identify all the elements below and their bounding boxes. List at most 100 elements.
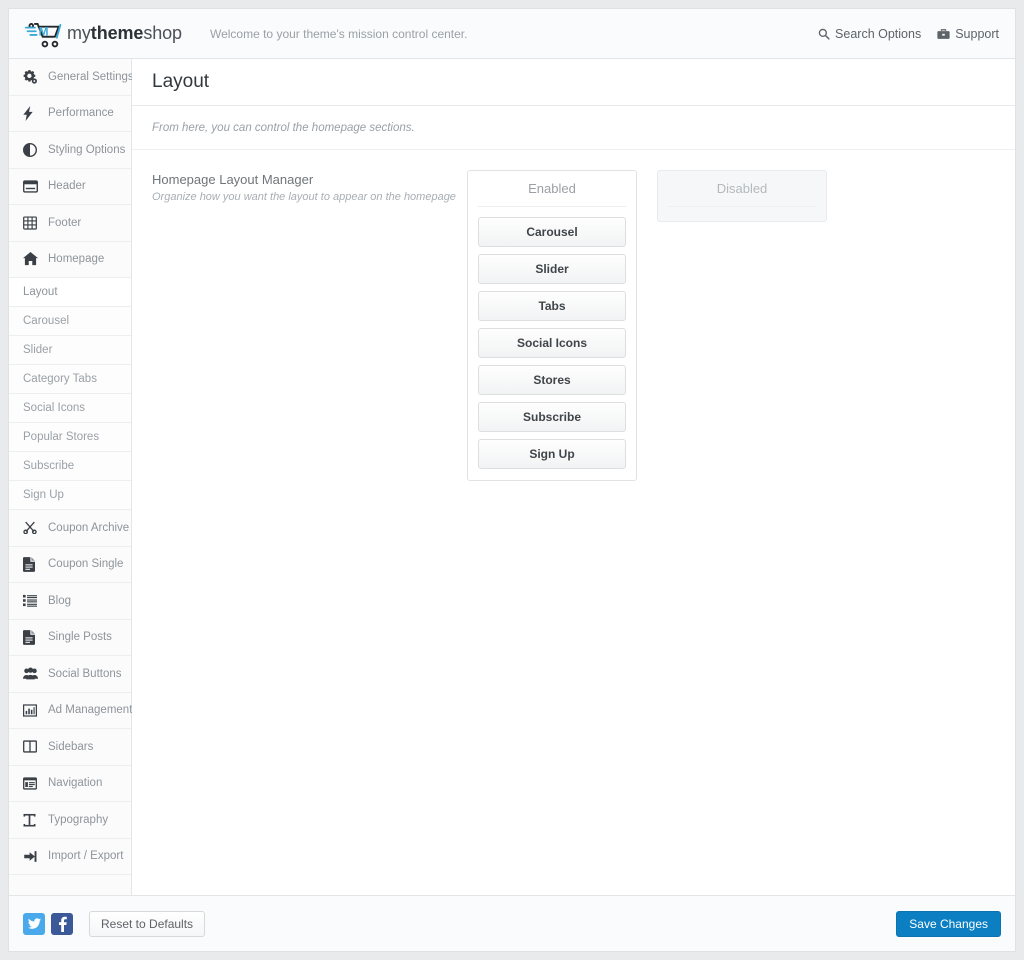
content-area: Layout From here, you can control the ho…: [132, 59, 1015, 951]
enabled-panel[interactable]: Enabled Carousel Slider Tabs Social Icons St…: [467, 170, 637, 481]
brand-name: mythemeshop: [67, 23, 182, 44]
sidebar-item-category-tabs[interactable]: Category Tabs: [9, 365, 131, 394]
sidebar-item-label: Typography: [48, 814, 108, 826]
sidebar-item-label: Styling Options: [48, 144, 125, 156]
header-bar-icon: [23, 180, 41, 193]
sign-in-icon: [23, 850, 41, 863]
sidebar-item-social-buttons[interactable]: Social Buttons: [9, 656, 131, 693]
bar-chart-icon: [23, 704, 41, 717]
layout-item-carousel[interactable]: Carousel: [478, 217, 626, 247]
top-bar: M mythemeshop Welcome to your theme's mi…: [9, 9, 1015, 59]
file-text-icon: [23, 630, 41, 645]
sidebar-item-label: Ad Management: [48, 704, 132, 716]
sidebar-item-ad-management[interactable]: Ad Management: [9, 693, 131, 730]
sidebar-item-single-posts[interactable]: Single Posts: [9, 620, 131, 657]
enabled-items-list[interactable]: Carousel Slider Tabs Social Icons Stores Subs…: [478, 217, 626, 469]
layout-item-subscribe[interactable]: Subscribe: [478, 402, 626, 432]
sidebar-item-label: Popular Stores: [23, 431, 99, 443]
layout-item-slider[interactable]: Slider: [478, 254, 626, 284]
layout-item-social-icons[interactable]: Social Icons: [478, 328, 626, 358]
layout-item-tabs[interactable]: Tabs: [478, 291, 626, 321]
sidebar-item-navigation[interactable]: Navigation: [9, 766, 131, 803]
support-link[interactable]: Support: [937, 27, 999, 41]
sidebar-nav: General Settings Performance Styling Optio…: [9, 59, 132, 897]
sidebar-item-label: Sign Up: [23, 489, 64, 501]
disabled-panel-header: Disabled: [668, 181, 816, 207]
page-title: Layout: [132, 59, 1015, 106]
contrast-circle-icon: [23, 143, 41, 157]
facebook-icon[interactable]: [51, 913, 73, 935]
top-bar-actions: Search Options Support: [818, 27, 999, 41]
layout-manager-field-row: Homepage Layout Manager Organize how you…: [132, 150, 1015, 481]
sidebar-item-label: Header: [48, 180, 86, 192]
sidebar-item-label: Coupon Archive: [48, 522, 129, 534]
sidebar-item-label: Blog: [48, 595, 71, 607]
layout-item-stores[interactable]: Stores: [478, 365, 626, 395]
sidebar-item-label: Subscribe: [23, 460, 74, 472]
sidebar-item-label: Slider: [23, 344, 52, 356]
sidebar-item-label: Single Posts: [48, 631, 112, 643]
sidebar-item-sign-up[interactable]: Sign Up: [9, 481, 131, 510]
sidebar-item-label: Import / Export: [48, 850, 123, 862]
sidebar-item-label: Performance: [48, 107, 114, 119]
sidebar-item-label: Sidebars: [48, 741, 93, 753]
svg-text:M: M: [39, 24, 49, 38]
list-icon: [23, 594, 41, 607]
sidebar-item-homepage[interactable]: Homepage: [9, 242, 131, 279]
sidebar-item-label: General Settings: [48, 71, 134, 83]
home-icon: [23, 252, 41, 266]
sidebar-item-coupon-single[interactable]: Coupon Single: [9, 547, 131, 584]
table-grid-icon: [23, 216, 41, 230]
enabled-panel-header: Enabled: [478, 181, 626, 207]
sidebar-item-label: Carousel: [23, 315, 69, 327]
sidebar-item-general-settings[interactable]: General Settings: [9, 59, 131, 96]
scissors-icon: [23, 521, 41, 534]
sidebar-item-coupon-archive[interactable]: Coupon Archive: [9, 510, 131, 547]
sidebar-item-styling-options[interactable]: Styling Options: [9, 132, 131, 169]
layout-item-sign-up[interactable]: Sign Up: [478, 439, 626, 469]
twitter-icon[interactable]: [23, 913, 45, 935]
field-title: Homepage Layout Manager: [152, 172, 467, 187]
disabled-panel[interactable]: Disabled: [657, 170, 827, 222]
layout-manager-control: Enabled Carousel Slider Tabs Social Icons St…: [467, 170, 827, 481]
sidebar-item-label: Homepage: [48, 253, 104, 265]
file-text-icon: [23, 557, 41, 572]
sidebar-item-popular-stores[interactable]: Popular Stores: [9, 423, 131, 452]
sidebar-item-slider[interactable]: Slider: [9, 336, 131, 365]
sidebar-item-import-export[interactable]: Import / Export: [9, 839, 131, 876]
sidebar-item-label: Navigation: [48, 777, 102, 789]
sidebar-item-label: Social Icons: [23, 402, 85, 414]
footer-bar: Reset to Defaults Save Changes: [9, 895, 1015, 951]
sidebar-item-footer[interactable]: Footer: [9, 205, 131, 242]
sidebar-item-label: Coupon Single: [48, 558, 123, 570]
mythemeshop-cart-logo-icon: M: [23, 17, 65, 51]
search-options-link[interactable]: Search Options: [818, 27, 921, 41]
sidebar-item-typography[interactable]: Typography: [9, 802, 131, 839]
briefcase-icon: [937, 28, 950, 40]
sidebar-item-label: Category Tabs: [23, 373, 97, 385]
search-options-label: Search Options: [835, 27, 921, 41]
sidebar-item-label: Layout: [23, 286, 58, 298]
brand-strong: theme: [91, 23, 144, 43]
sidebar-item-blog[interactable]: Blog: [9, 583, 131, 620]
sidebar-item-header[interactable]: Header: [9, 169, 131, 206]
columns-icon: [23, 740, 41, 753]
save-changes-button[interactable]: Save Changes: [896, 911, 1001, 937]
window-icon: [23, 777, 41, 790]
sidebar-item-layout[interactable]: Layout: [9, 278, 131, 307]
sidebar-item-performance[interactable]: Performance: [9, 96, 131, 133]
field-subtitle: Organize how you want the layout to appe…: [152, 190, 467, 204]
sidebar-item-social-icons[interactable]: Social Icons: [9, 394, 131, 423]
page-description: From here, you can control the homepage …: [132, 106, 1015, 150]
sidebar-item-label: Footer: [48, 217, 81, 229]
users-icon: [23, 667, 41, 680]
reset-to-defaults-button[interactable]: Reset to Defaults: [89, 911, 205, 937]
sidebar-item-subscribe[interactable]: Subscribe: [9, 452, 131, 481]
field-label-group: Homepage Layout Manager Organize how you…: [152, 170, 467, 481]
sidebar-item-sidebars[interactable]: Sidebars: [9, 729, 131, 766]
sidebar-item-carousel[interactable]: Carousel: [9, 307, 131, 336]
support-label: Support: [955, 27, 999, 41]
bolt-icon: [23, 106, 41, 121]
text-height-icon: [23, 813, 41, 827]
tagline: Welcome to your theme's mission control …: [210, 27, 468, 41]
